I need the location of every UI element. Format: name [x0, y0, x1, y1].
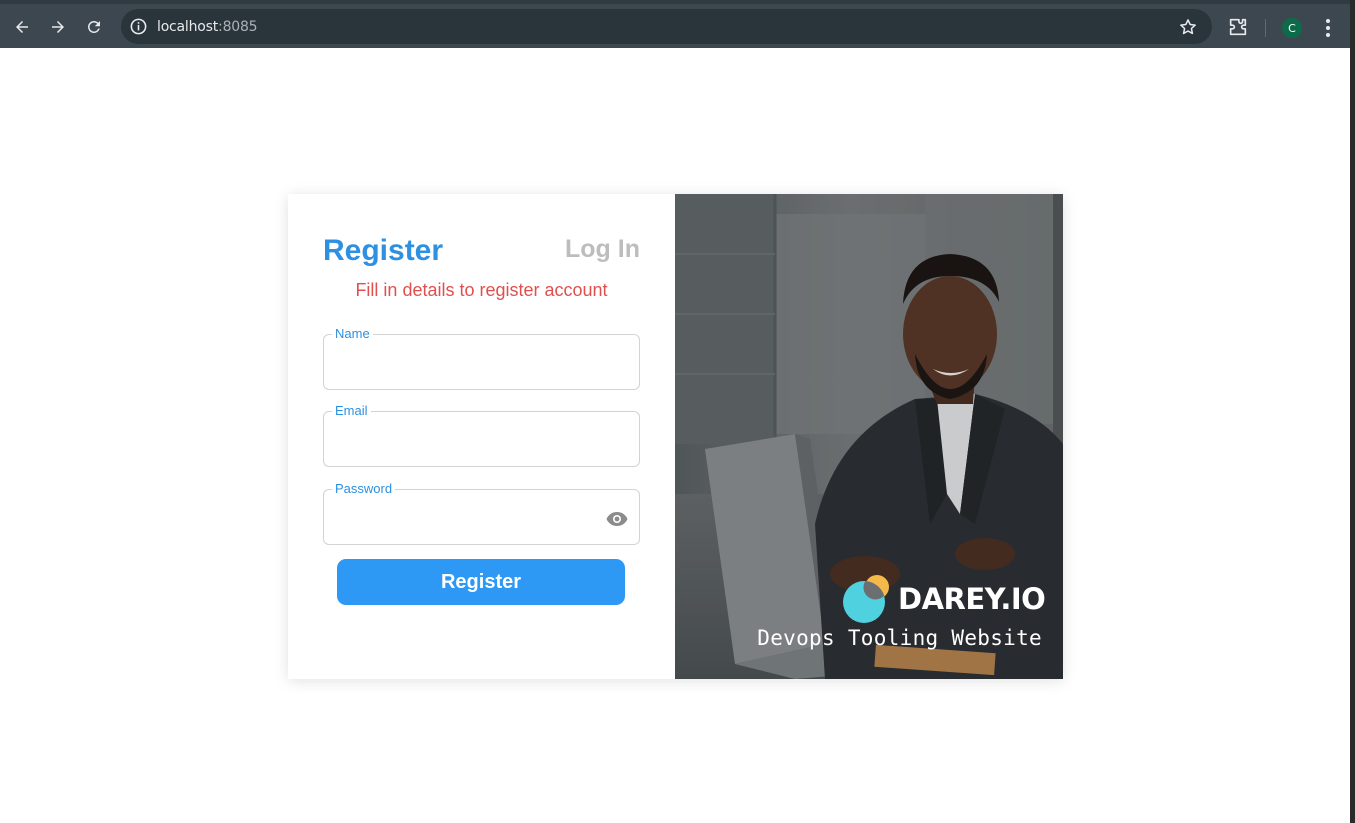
- name-label: Name: [332, 326, 373, 342]
- bookmark-star-icon[interactable]: [1178, 17, 1198, 37]
- register-form: Register Log In Fill in details to regis…: [288, 194, 675, 679]
- hero-image-panel: DAREY.IO Devops Tooling Website: [675, 194, 1063, 679]
- name-field[interactable]: Name: [323, 326, 640, 390]
- eye-icon[interactable]: [605, 507, 629, 531]
- name-input[interactable]: [334, 347, 594, 377]
- darey-brand: DAREY.IO: [842, 574, 1046, 624]
- password-input[interactable]: [334, 502, 594, 532]
- kebab-menu-icon[interactable]: [1318, 16, 1338, 40]
- toolbar-divider: [1265, 19, 1266, 37]
- adjacent-window-edge: [1350, 0, 1355, 823]
- form-subtitle: Fill in details to register account: [355, 280, 608, 300]
- back-arrow-icon[interactable]: [8, 13, 36, 41]
- reload-icon[interactable]: [80, 13, 108, 41]
- password-field[interactable]: Password: [323, 481, 640, 545]
- url-host: localhost: [157, 19, 219, 35]
- url-port: :8085: [218, 19, 258, 35]
- browser-toolbar: localhost:8085 C: [0, 0, 1350, 48]
- login-tab[interactable]: Log In: [565, 235, 640, 264]
- forward-arrow-icon[interactable]: [44, 13, 72, 41]
- brand-tagline: Devops Tooling Website: [757, 626, 1042, 650]
- brand-name: DAREY.IO: [898, 582, 1046, 616]
- register-button[interactable]: Register: [337, 559, 625, 605]
- register-title: Register: [323, 234, 444, 267]
- extensions-icon[interactable]: [1227, 16, 1249, 38]
- url-text: localhost:8085: [157, 19, 258, 35]
- profile-avatar[interactable]: C: [1282, 18, 1302, 38]
- email-label: Email: [332, 403, 371, 419]
- email-field[interactable]: Email: [323, 403, 640, 467]
- site-info-icon[interactable]: [129, 17, 148, 36]
- auth-card: Register Log In Fill in details to regis…: [288, 194, 1063, 679]
- email-input[interactable]: [334, 424, 594, 454]
- password-label: Password: [332, 481, 396, 497]
- darey-logo-icon: [843, 575, 889, 623]
- address-bar[interactable]: localhost:8085: [121, 9, 1212, 44]
